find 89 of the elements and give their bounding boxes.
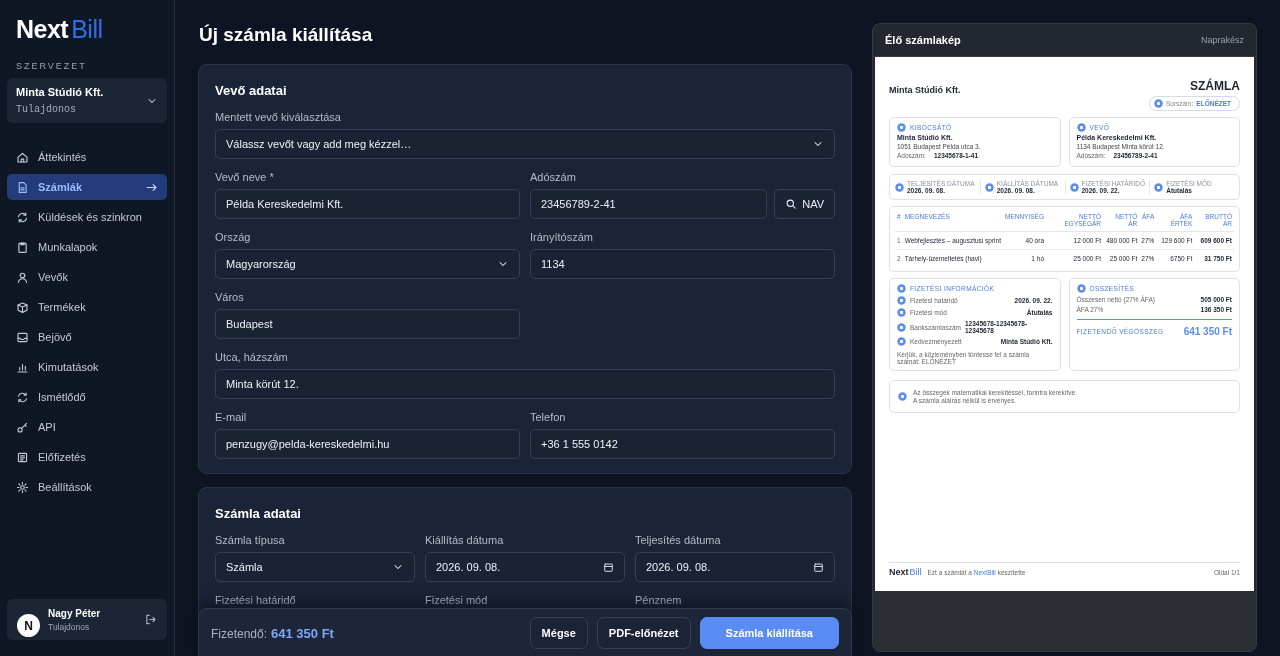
circle-icon [897, 322, 906, 332]
circle-icon [1069, 182, 1079, 192]
field-label: Város [215, 291, 245, 303]
seller-name: Minta Stúdió Kft. [889, 85, 961, 95]
search-icon [785, 198, 798, 210]
nav-item[interactable]: Küldések és szinkron [7, 204, 167, 230]
calendar-icon [813, 561, 824, 573]
nav-item[interactable]: Számlák [7, 174, 167, 200]
input-field[interactable]: Minta körút 12. [215, 369, 835, 399]
circle-icon [895, 182, 904, 192]
field-label: Telefon [530, 411, 567, 423]
status-text: Naprakész [1200, 35, 1244, 45]
input-field[interactable]: 23456789-2-41 [530, 189, 768, 219]
card-title: Számla adatai [215, 506, 302, 521]
user-name: Nagy Péter [48, 607, 101, 619]
section-label: SZERVEZET [16, 61, 87, 71]
field-label: Pénznem [635, 594, 683, 606]
avatar: N [17, 614, 40, 637]
nav-item[interactable]: Vevők [7, 264, 167, 290]
field-label: Utca, házszám [215, 351, 289, 363]
select-field[interactable]: Számla [215, 552, 415, 582]
nav-item[interactable]: API [7, 414, 167, 440]
nav-item[interactable]: Bejövő [7, 324, 167, 350]
grand-total: 641 350 Ft [1183, 326, 1232, 337]
field-label: Számla típusa [215, 534, 286, 546]
home-icon [16, 150, 29, 164]
input-field[interactable]: penzugy@pelda-kereskedelmi.hu [215, 429, 520, 459]
document-title: SZÁMLA [1190, 79, 1240, 93]
circle-icon [898, 392, 907, 401]
logout-icon[interactable] [144, 613, 157, 626]
organization-selector[interactable]: Minta Stúdió Kft. Tulajdonos [7, 78, 167, 123]
total-amount: 641 350 Ft [271, 626, 334, 641]
select-field[interactable]: Válassz vevőt vagy add meg kézzel… [215, 129, 835, 159]
input-field[interactable]: +36 1 555 0142 [530, 429, 835, 459]
circle-icon [897, 123, 906, 132]
circle-icon [897, 296, 906, 305]
circle-icon [1153, 99, 1163, 108]
circle-icon [897, 284, 906, 293]
circle-icon [897, 337, 906, 346]
date-field[interactable]: 2026. 09. 08. [425, 552, 625, 582]
secondary-button[interactable]: PDF-előnézet [596, 617, 691, 649]
circle-icon [984, 182, 994, 192]
nav-item[interactable]: Ismétlődő [7, 384, 167, 410]
key-icon [16, 420, 29, 434]
input-field[interactable]: Budapest [215, 309, 520, 339]
secondary-button[interactable]: Mégse [529, 617, 588, 649]
field-label: Mentett vevő kiválasztása [215, 111, 342, 123]
circle-icon [1154, 182, 1164, 192]
field-label: Fizetési mód [425, 594, 489, 606]
user-icon [16, 270, 29, 284]
nav-item[interactable]: Munkalapok [7, 234, 167, 260]
organization-role: Tulajdonos [16, 104, 77, 115]
nav-item[interactable]: Kimutatások [7, 354, 167, 380]
field-label: Vevő neve * [215, 171, 275, 183]
field-label: Kiállítás dátuma [425, 534, 505, 546]
sync-icon [16, 210, 29, 224]
nav-item[interactable]: Termékek [7, 294, 167, 320]
logo: NextBill [15, 14, 103, 44]
nav-item[interactable]: Előfizetés [7, 444, 167, 470]
settings-icon [16, 480, 29, 494]
input-field[interactable]: Példa Kereskedelmi Kft. [215, 189, 520, 219]
box-icon [16, 300, 29, 314]
nav-item[interactable]: Beállítások [7, 474, 167, 500]
date-field[interactable]: 2026. 09. 08. [635, 552, 835, 582]
nav-item[interactable]: Áttekintés [7, 144, 167, 170]
field-label: Ország [215, 231, 252, 243]
repeat-icon [16, 390, 29, 404]
circle-icon [1076, 284, 1086, 293]
calendar-icon [603, 561, 614, 573]
circle-icon [1076, 123, 1086, 132]
panel-title: Élő számlakép [885, 34, 961, 46]
footer-logo: NextBill [889, 567, 922, 577]
clipboard-icon [16, 240, 29, 254]
field-label: Fizetési határidő [215, 594, 297, 606]
select-field[interactable]: Magyarország [215, 249, 520, 279]
nav-lookup-button[interactable]: NAV [774, 189, 835, 219]
user-role: Tulajdonos [48, 621, 91, 632]
page-title: Új számla kiállítása [199, 24, 374, 46]
field-label: Irányítószám [530, 231, 594, 243]
field-label: Adószám [530, 171, 577, 183]
organization-name: Minta Stúdió Kft. [16, 86, 104, 98]
field-label: E-mail [215, 411, 248, 423]
circle-icon [897, 308, 906, 317]
input-field[interactable]: 1134 [530, 249, 835, 279]
card-title: Vevő adatai [215, 83, 288, 98]
total-label: Fizetendő: [211, 627, 268, 641]
document-icon [16, 180, 29, 194]
inbox-icon [16, 330, 29, 344]
field-label: Teljesítés dátuma [635, 534, 722, 546]
